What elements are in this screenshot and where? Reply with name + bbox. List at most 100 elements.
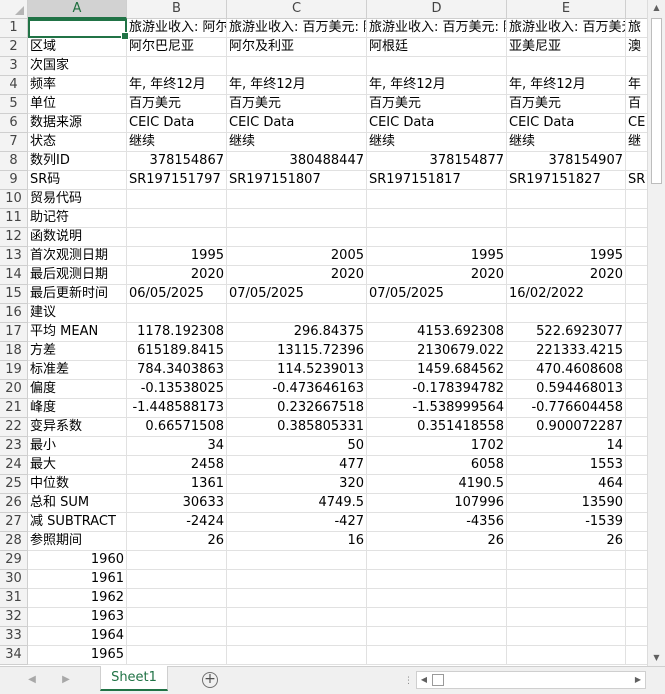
cell-a28[interactable]: 参照期间: [28, 532, 127, 551]
spreadsheet-grid[interactable]: ABCDE 1 2 3 4 5 6 7 8 9 10 11 12 13 14 15 16 17 18 19 20 21 2…: [0, 0, 647, 666]
cell-f3[interactable]: [626, 57, 647, 76]
cell-b3[interactable]: [127, 57, 227, 76]
cell-a23[interactable]: 最小: [28, 437, 127, 456]
cell-c34[interactable]: [227, 646, 367, 665]
cell-f31[interactable]: [626, 589, 647, 608]
row-header[interactable]: 23: [0, 437, 28, 456]
cell-d17[interactable]: 4153.692308: [367, 323, 507, 342]
cell-f17[interactable]: [626, 323, 647, 342]
sheet-nav-prev-icon[interactable]: ◀: [24, 672, 40, 688]
cell-c33[interactable]: [227, 627, 367, 646]
cell-d25[interactable]: 4190.5: [367, 475, 507, 494]
cell-c13[interactable]: 2005: [227, 247, 367, 266]
cell-a12[interactable]: 函数说明: [28, 228, 127, 247]
row-header[interactable]: 5: [0, 95, 28, 114]
row-header[interactable]: 19: [0, 361, 28, 380]
row-header[interactable]: 12: [0, 228, 28, 247]
cell-f19[interactable]: [626, 361, 647, 380]
cell-f4[interactable]: 年: [626, 76, 647, 95]
cell-c30[interactable]: [227, 570, 367, 589]
tab-splitter-icon[interactable]: ⋮: [404, 675, 413, 687]
horizontal-scroll-thumb[interactable]: [432, 674, 444, 686]
cell-b12[interactable]: [127, 228, 227, 247]
cell-c5[interactable]: 百万美元: [227, 95, 367, 114]
column-header-f[interactable]: [626, 0, 647, 19]
cell-d22[interactable]: 0.351418558: [367, 418, 507, 437]
cell-d9[interactable]: SR197151817: [367, 171, 507, 190]
cell-f10[interactable]: [626, 190, 647, 209]
cell-f22[interactable]: [626, 418, 647, 437]
cell-d6[interactable]: CEIC Data: [367, 114, 507, 133]
cell-b28[interactable]: 26: [127, 532, 227, 551]
cell-a16[interactable]: 建议: [28, 304, 127, 323]
scroll-right-icon[interactable]: ▶: [631, 672, 645, 688]
cell-e16[interactable]: [507, 304, 626, 323]
cell-c17[interactable]: 296.84375: [227, 323, 367, 342]
cell-e27[interactable]: -1539: [507, 513, 626, 532]
scroll-down-icon[interactable]: ▼: [648, 650, 665, 666]
cell-c25[interactable]: 320: [227, 475, 367, 494]
row-header[interactable]: 9: [0, 171, 28, 190]
cell-b14[interactable]: 2020: [127, 266, 227, 285]
cell-c22[interactable]: 0.385805331: [227, 418, 367, 437]
cell-b31[interactable]: [127, 589, 227, 608]
cell-e17[interactable]: 522.6923077: [507, 323, 626, 342]
cell-b4[interactable]: 年, 年终12月: [127, 76, 227, 95]
cell-f16[interactable]: [626, 304, 647, 323]
cell-e9[interactable]: SR197151827: [507, 171, 626, 190]
cell-f23[interactable]: [626, 437, 647, 456]
cell-a2[interactable]: 区域: [28, 38, 127, 57]
cell-b33[interactable]: [127, 627, 227, 646]
cell-e20[interactable]: 0.594468013: [507, 380, 626, 399]
row-header[interactable]: 21: [0, 399, 28, 418]
cell-b9[interactable]: SR197151797: [127, 171, 227, 190]
cell-a10[interactable]: 贸易代码: [28, 190, 127, 209]
cell-a27[interactable]: 减 SUBTRACT: [28, 513, 127, 532]
cell-c8[interactable]: 380488447: [227, 152, 367, 171]
cell-d31[interactable]: [367, 589, 507, 608]
sheet-tab-sheet1[interactable]: Sheet1: [100, 666, 168, 691]
row-header[interactable]: 26: [0, 494, 28, 513]
sheet-nav-next-icon[interactable]: ▶: [58, 672, 74, 688]
scroll-left-icon[interactable]: ◀: [417, 672, 431, 688]
row-header[interactable]: 4: [0, 76, 28, 95]
cell-b5[interactable]: 百万美元: [127, 95, 227, 114]
cell-f8[interactable]: [626, 152, 647, 171]
cell-f2[interactable]: 澳: [626, 38, 647, 57]
cell-d1[interactable]: 旅游业收入: 百万美元: 阿根廷: [367, 19, 507, 38]
cell-f27[interactable]: [626, 513, 647, 532]
cell-d30[interactable]: [367, 570, 507, 589]
cell-f25[interactable]: [626, 475, 647, 494]
cell-f12[interactable]: [626, 228, 647, 247]
cell-b24[interactable]: 2458: [127, 456, 227, 475]
cell-a24[interactable]: 最大: [28, 456, 127, 475]
cell-e29[interactable]: [507, 551, 626, 570]
column-header-b[interactable]: B: [127, 0, 227, 19]
cell-d18[interactable]: 2130679.022: [367, 342, 507, 361]
cell-c14[interactable]: 2020: [227, 266, 367, 285]
row-header[interactable]: 15: [0, 285, 28, 304]
cell-a26[interactable]: 总和 SUM: [28, 494, 127, 513]
cell-d8[interactable]: 378154877: [367, 152, 507, 171]
cell-a9[interactable]: SR码: [28, 171, 127, 190]
cell-d11[interactable]: [367, 209, 507, 228]
cell-c32[interactable]: [227, 608, 367, 627]
cell-f26[interactable]: [626, 494, 647, 513]
cell-c23[interactable]: 50: [227, 437, 367, 456]
cell-f7[interactable]: 继: [626, 133, 647, 152]
cell-a31[interactable]: 1962: [28, 589, 127, 608]
scroll-up-icon[interactable]: ▲: [648, 0, 665, 16]
cell-c31[interactable]: [227, 589, 367, 608]
cell-b18[interactable]: 615189.8415: [127, 342, 227, 361]
cell-e4[interactable]: 年, 年终12月: [507, 76, 626, 95]
cell-c20[interactable]: -0.473646163: [227, 380, 367, 399]
cell-f18[interactable]: [626, 342, 647, 361]
row-header[interactable]: 11: [0, 209, 28, 228]
vertical-scroll-thumb[interactable]: [651, 18, 662, 184]
cell-e5[interactable]: 百万美元: [507, 95, 626, 114]
cell-c12[interactable]: [227, 228, 367, 247]
column-header-e[interactable]: E: [507, 0, 626, 19]
cell-a13[interactable]: 首次观测日期: [28, 247, 127, 266]
cell-a11[interactable]: 助记符: [28, 209, 127, 228]
add-sheet-icon[interactable]: +: [202, 672, 218, 688]
